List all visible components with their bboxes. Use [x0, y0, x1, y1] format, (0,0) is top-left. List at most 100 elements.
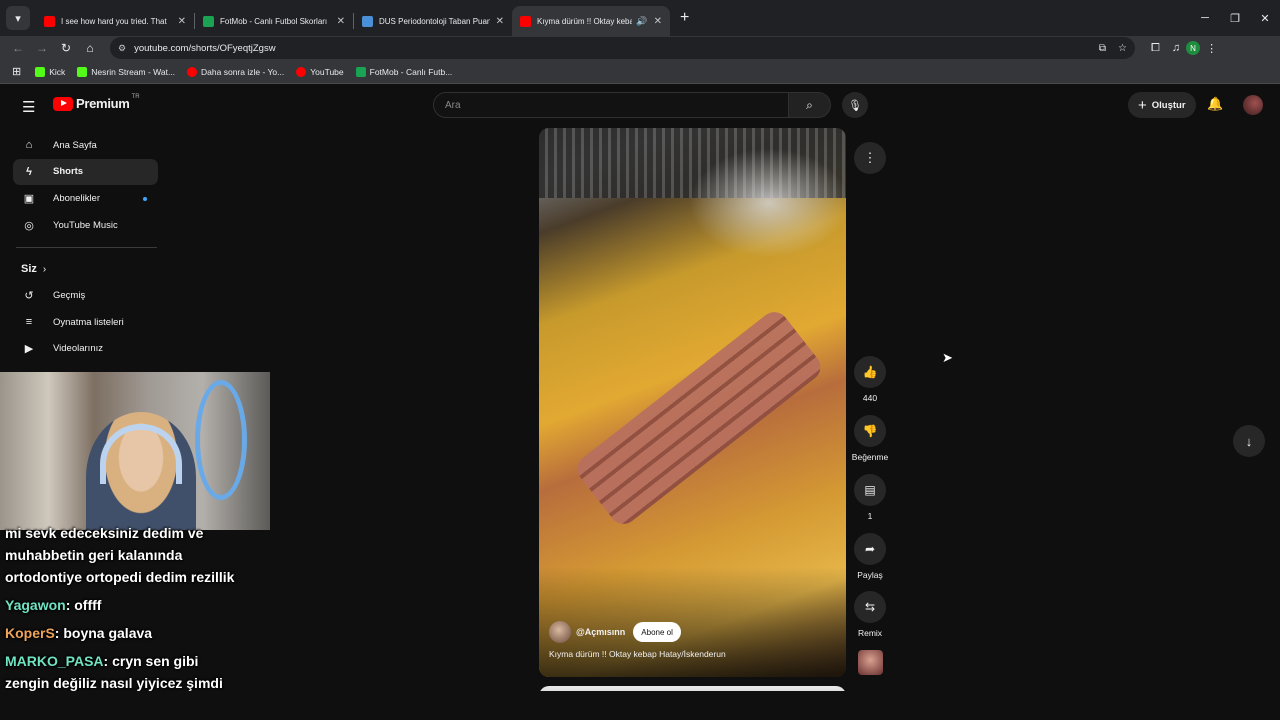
search-button[interactable]: ⌕ [789, 92, 831, 118]
dislike-label: Beğenme [851, 452, 889, 462]
more-vert-icon: ⋮ [863, 150, 877, 165]
site-info-icon[interactable]: ⚙ [118, 43, 126, 54]
bookmark-item[interactable]: FotMob - Canlı Futb... [355, 66, 452, 77]
close-tab-icon[interactable]: ✕ [337, 16, 345, 27]
channel-name[interactable]: @Açmısınn [576, 627, 625, 637]
create-button[interactable]: + Oluştur [1128, 92, 1196, 118]
sidebar-item-shorts[interactable]: ϟ Shorts [13, 158, 158, 186]
bookmark-item[interactable]: YouTube [296, 66, 344, 77]
close-window-icon[interactable]: ✕ [1250, 12, 1280, 25]
browser-tab-bar: ▾ I see how hard you tried. That ✕ FotMo… [0, 0, 1280, 36]
close-tab-icon[interactable]: ✕ [654, 16, 662, 27]
sidebar-you-header[interactable]: Siz › [13, 256, 158, 282]
video-frame-skewers [571, 306, 827, 530]
playlist-icon: ≡ [25, 316, 33, 329]
section-title: Siz [21, 263, 37, 276]
subscriptions-icon: ▣ [23, 192, 35, 205]
microphone-icon: 🎙 [848, 99, 862, 112]
bookmark-item[interactable]: Kick [35, 66, 65, 77]
more-options-button[interactable]: ⋮ [854, 142, 886, 174]
bookmark-item[interactable]: Daha sonra izle - Yo... [187, 66, 284, 77]
tab-title: FotMob - Canlı Futbol Skorları [220, 16, 328, 26]
sidebar-item-label: Videolarınız [53, 343, 103, 355]
forward-icon[interactable]: → [30, 41, 54, 55]
close-tab-icon[interactable]: ✕ [178, 16, 186, 27]
account-avatar[interactable] [1243, 95, 1263, 115]
audio-source-thumbnail[interactable] [858, 650, 883, 675]
dislike-button[interactable]: 👎 [854, 415, 886, 447]
install-app-icon[interactable]: ⧉ [1099, 43, 1106, 54]
bookmark-label: Nesrin Stream - Wat... [91, 66, 176, 77]
youtube-premium-logo[interactable]: Premium TR [53, 93, 140, 111]
mouse-cursor-icon: ➤ [942, 350, 953, 365]
sidebar-item-youtube-music[interactable]: ◎ YouTube Music [13, 212, 158, 239]
country-code: TR [131, 93, 140, 100]
arrow-down-icon: ↓ [1245, 433, 1253, 449]
history-icon: ↺ [24, 290, 34, 303]
youtube-icon [296, 66, 307, 77]
tab-4-active[interactable]: Kıyma dürüm !! Oktay kebap 🔊 ✕ [512, 6, 670, 36]
sidebar-item-history[interactable]: ↺ Geçmiş [13, 282, 158, 309]
chat-text: ortodontiye ortopedi dedim rezillik [5, 569, 235, 585]
chat-username: KoperS [5, 625, 55, 641]
sidebar-item-label: Oynatma listeleri [53, 316, 124, 328]
dislike-action: 👎 Beğenme [848, 415, 892, 462]
next-short-button[interactable]: ↓ [1233, 425, 1265, 457]
notifications-bell-icon[interactable]: 🔔 [1207, 96, 1223, 112]
window-controls: ─ ❐ ✕ [1190, 0, 1280, 36]
share-button[interactable]: ➦ [854, 533, 886, 565]
subscribe-button[interactable]: Abone ol [633, 622, 681, 642]
channel-avatar[interactable] [549, 621, 571, 643]
comment-icon: ▤ [864, 483, 876, 497]
search-input[interactable]: Ara [433, 92, 789, 118]
shorts-icon: ϟ [26, 165, 32, 178]
minimize-icon[interactable]: ─ [1190, 12, 1220, 24]
extensions-icon[interactable]: ⧠ [1151, 42, 1160, 55]
video-frame-smoke [689, 148, 846, 258]
youtube-icon [187, 66, 198, 77]
youtube-play-icon [53, 96, 73, 111]
chat-line: ortodontiye ortopedi dedim rezillik [0, 566, 270, 588]
bookmark-item[interactable]: Nesrin Stream - Wat... [77, 66, 176, 77]
chat-text: zengin değiliz nasıl yiyicez şimdi [5, 675, 223, 691]
tab-search-button[interactable]: ▾ [6, 6, 30, 30]
close-tab-icon[interactable]: ✕ [496, 16, 504, 27]
new-tab-button[interactable]: + [680, 9, 689, 27]
voice-search-button[interactable]: 🎙 [842, 92, 868, 118]
chat-text: mi sevk edeceksiniz dedim ve [5, 525, 204, 541]
music-icon: ◎ [24, 219, 34, 232]
like-count: 440 [862, 393, 878, 403]
sidebar-item-label: Ana Sayfa [53, 139, 97, 151]
restore-icon[interactable]: ❐ [1220, 12, 1250, 25]
sidebar-item-subscriptions[interactable]: ▣ Abonelikler [13, 185, 158, 212]
remix-button[interactable]: ⇆ [854, 591, 886, 623]
short-title[interactable]: Kıyma dürüm !! Oktay kebap Hatay/İskende… [549, 649, 726, 659]
like-button[interactable]: 👍 [854, 356, 886, 388]
menu-kebab-icon[interactable]: ⋮ [1206, 42, 1217, 55]
bookmark-star-icon[interactable]: ☆ [1118, 43, 1127, 54]
tab-2[interactable]: FotMob - Canlı Futbol Skorları ✕ [195, 6, 353, 36]
new-content-dot [143, 197, 147, 202]
tab-1[interactable]: I see how hard you tried. That ✕ [36, 6, 194, 36]
sidebar-item-label: Geçmiş [53, 290, 86, 302]
speaker-icon[interactable]: 🔊 [636, 16, 647, 27]
back-icon[interactable]: ← [6, 41, 30, 55]
tab-3[interactable]: DUS Periodontoloji Taban Puan ✕ [354, 6, 512, 36]
apps-grid-icon[interactable]: ⊞ [12, 65, 21, 78]
chat-text: : cryn sen gibi [103, 653, 199, 669]
short-video-player[interactable]: @Açmısınn Abone ol Kıyma dürüm !! Oktay … [539, 128, 846, 677]
sidebar-item-playlists[interactable]: ≡ Oynatma listeleri [13, 309, 158, 336]
share-arrow-icon: ➦ [864, 542, 876, 556]
stream-chat-overlay: mi sevk edeceksiniz dedim ve muhabbetin … [0, 522, 270, 716]
hamburger-menu-icon[interactable]: ☰ [22, 98, 35, 116]
home-icon[interactable]: ⌂ [78, 41, 102, 55]
profile-avatar[interactable]: N [1186, 41, 1201, 55]
browser-toolbar: ← → ↻ ⌂ ⚙ youtube.com/shorts/OFyeqtjZgsw… [0, 36, 1280, 60]
sidebar-item-home[interactable]: ⌂ Ana Sayfa [13, 132, 158, 159]
sidebar-item-label: Abonelikler [53, 192, 100, 204]
address-bar[interactable]: ⚙ youtube.com/shorts/OFyeqtjZgsw ⧉ ☆ [110, 37, 1135, 59]
reload-icon[interactable]: ↻ [54, 41, 78, 55]
media-controls-icon[interactable]: ♫ [1172, 42, 1180, 54]
comments-button[interactable]: ▤ [854, 474, 886, 506]
sidebar-item-your-videos[interactable]: ▶ Videolarınız [13, 336, 158, 363]
